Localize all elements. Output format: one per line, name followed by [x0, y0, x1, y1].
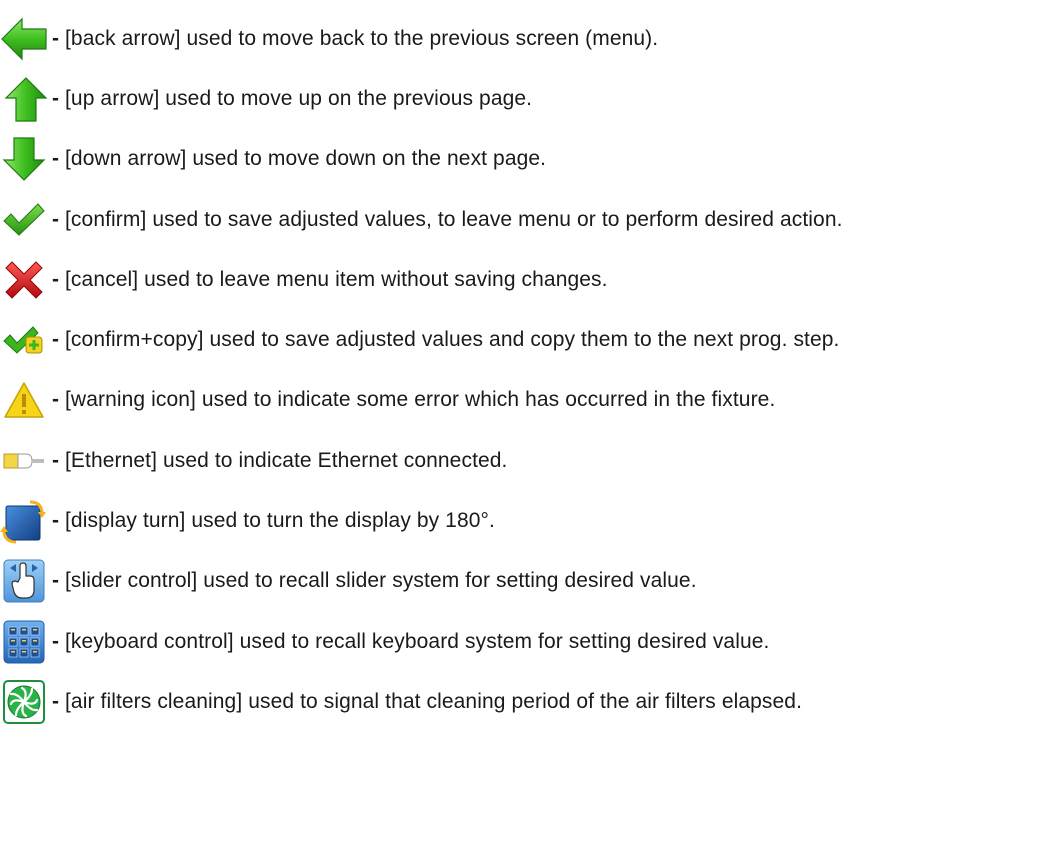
list-item: - [up arrow] used to move up on the prev…	[0, 69, 1064, 129]
down-arrow-icon	[0, 135, 52, 183]
air-filters-icon	[0, 678, 52, 726]
item-description: [cancel] used to leave menu item without…	[65, 268, 608, 291]
list-item: - [Ethernet] used to indicate Ethernet c…	[0, 431, 1064, 491]
item-dash: -	[52, 630, 59, 653]
item-dash: -	[52, 268, 59, 291]
confirm-copy-icon	[0, 316, 52, 364]
warning-icon	[0, 376, 52, 424]
item-dash: -	[52, 147, 59, 170]
slider-control-icon	[0, 557, 52, 605]
icon-legend: - [back arrow] used to move back to the …	[0, 0, 1064, 861]
list-item: - [slider control] used to recall slider…	[0, 551, 1064, 611]
item-description: [confirm+copy] used to save adjusted val…	[65, 328, 840, 351]
cancel-x-icon	[0, 256, 52, 304]
item-description: [up arrow] used to move up on the previo…	[65, 87, 533, 110]
item-description: [confirm] used to save adjusted values, …	[65, 208, 843, 231]
item-description: [slider control] used to recall slider s…	[65, 569, 697, 592]
list-item: - [keyboard control] used to recall keyb…	[0, 612, 1064, 672]
item-dash: -	[52, 569, 59, 592]
item-dash: -	[52, 27, 59, 50]
keyboard-control-icon	[0, 618, 52, 666]
item-description: [display turn] used to turn the display …	[65, 509, 495, 532]
list-item: - [cancel] used to leave menu item witho…	[0, 250, 1064, 310]
ethernet-icon	[0, 437, 52, 485]
list-item: - [confirm+copy] used to save adjusted v…	[0, 310, 1064, 370]
up-arrow-icon	[0, 75, 52, 123]
list-item: - [display turn] used to turn the displa…	[0, 491, 1064, 551]
item-dash: -	[52, 208, 59, 231]
item-dash: -	[52, 328, 59, 351]
item-dash: -	[52, 449, 59, 472]
item-description: [back arrow] used to move back to the pr…	[65, 27, 659, 50]
list-item: - [back arrow] used to move back to the …	[0, 9, 1064, 69]
list-item: - [air filters cleaning] used to signal …	[0, 672, 1064, 732]
back-arrow-icon	[0, 15, 52, 63]
item-description: [warning icon] used to indicate some err…	[65, 388, 776, 411]
item-dash: -	[52, 87, 59, 110]
item-description: [Ethernet] used to indicate Ethernet con…	[65, 449, 508, 472]
item-description: [air filters cleaning] used to signal th…	[65, 690, 803, 713]
list-item: - [down arrow] used to move down on the …	[0, 129, 1064, 189]
item-dash: -	[52, 388, 59, 411]
list-item: - [confirm] used to save adjusted values…	[0, 190, 1064, 250]
item-dash: -	[52, 690, 59, 713]
item-dash: -	[52, 509, 59, 532]
list-item: - [warning icon] used to indicate some e…	[0, 370, 1064, 430]
item-description: [keyboard control] used to recall keyboa…	[65, 630, 770, 653]
display-turn-icon	[0, 497, 52, 545]
confirm-check-icon	[0, 196, 52, 244]
item-description: [down arrow] used to move down on the ne…	[65, 147, 547, 170]
